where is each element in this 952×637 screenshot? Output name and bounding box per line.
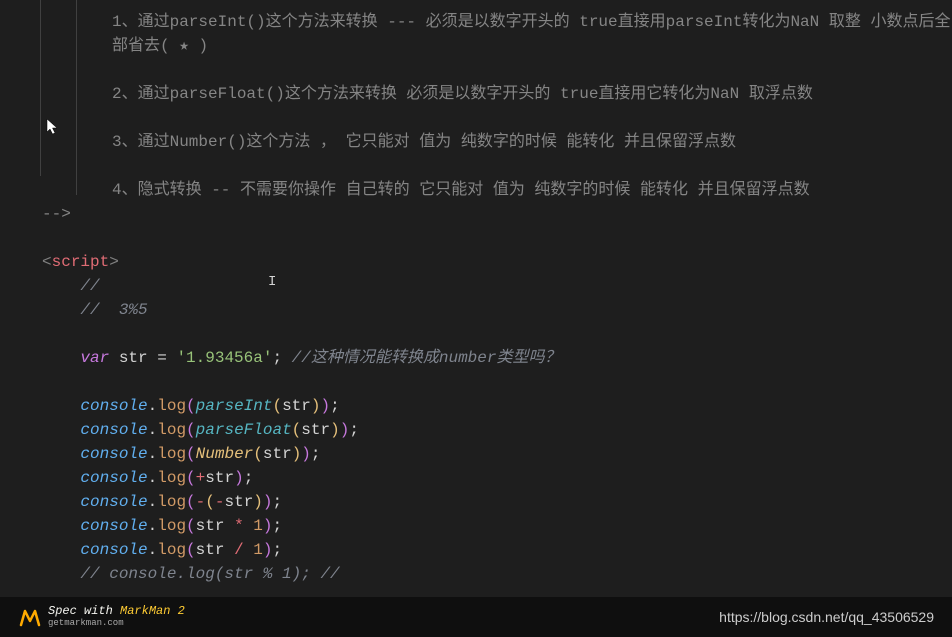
watermark-title: Spec with MarkMan 2	[48, 605, 185, 618]
comment-text: 1、通过parseInt()这个方法来转换 --- 必须是以数字开头的 true…	[0, 10, 952, 58]
comment-text-highlighted: 4、隐式转换 -- 不需要你操作 自己转的 它只能对 值为 纯数字的时候 能转化…	[0, 178, 952, 202]
code-line: console.log(str / 1);	[0, 538, 952, 562]
code-line: console.log(parseFloat(str));	[0, 418, 952, 442]
watermark-subtitle: getmarkman.com	[48, 619, 185, 629]
markman-watermark: Spec with MarkMan 2 getmarkman.com	[18, 605, 185, 629]
code-line: // 3%5	[0, 298, 952, 322]
footer-bar: Spec with MarkMan 2 getmarkman.com https…	[0, 597, 952, 637]
code-line: <script>	[0, 250, 952, 274]
indent-guide	[40, 0, 41, 176]
comment-text: 2、通过parseFloat()这个方法来转换 必须是以数字开头的 true直接…	[0, 82, 952, 106]
code-line: //	[0, 274, 952, 298]
code-line: var str = '1.93456a'; //这种情况能转换成number类型…	[0, 346, 952, 370]
code-line: console.log(Number(str));	[0, 442, 952, 466]
code-line: console.log(+str);	[0, 466, 952, 490]
code-line: console.log(-(-str));	[0, 490, 952, 514]
source-url: https://blog.csdn.net/qq_43506529	[719, 607, 934, 628]
comment-text: 3、通过Number()这个方法 ， 它只能对 值为 纯数字的时候 能转化 并且…	[0, 130, 952, 154]
code-line: console.log(str * 1);	[0, 514, 952, 538]
code-editor[interactable]: I 1、通过parseInt()这个方法来转换 --- 必须是以数字开头的 tr…	[0, 0, 952, 596]
code-line: // console.log(str % 1); //	[0, 562, 952, 586]
indent-guide	[76, 0, 77, 195]
markman-logo-icon	[18, 605, 42, 629]
default-cursor-icon	[46, 118, 60, 144]
comment-close: -->	[0, 202, 952, 226]
text-cursor-icon: I	[268, 272, 276, 293]
code-line: console.log(parseInt(str));	[0, 394, 952, 418]
